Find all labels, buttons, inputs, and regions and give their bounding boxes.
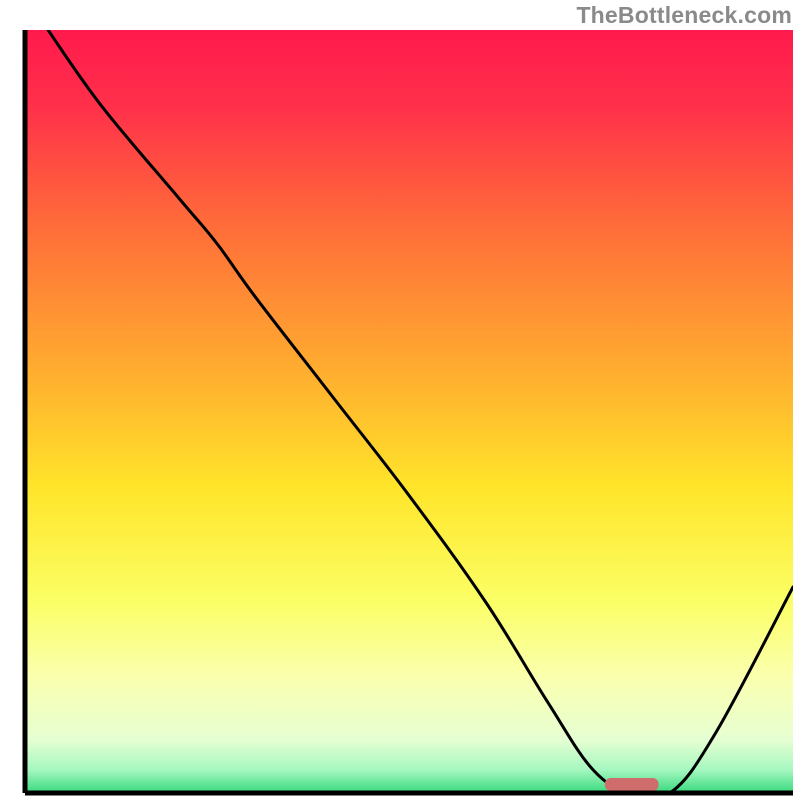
chart-stage: TheBottleneck.com <box>0 0 800 800</box>
bottleneck-chart <box>0 0 800 800</box>
watermark-text: TheBottleneck.com <box>576 2 792 29</box>
gradient-background <box>25 30 793 793</box>
optimal-marker <box>605 778 659 791</box>
